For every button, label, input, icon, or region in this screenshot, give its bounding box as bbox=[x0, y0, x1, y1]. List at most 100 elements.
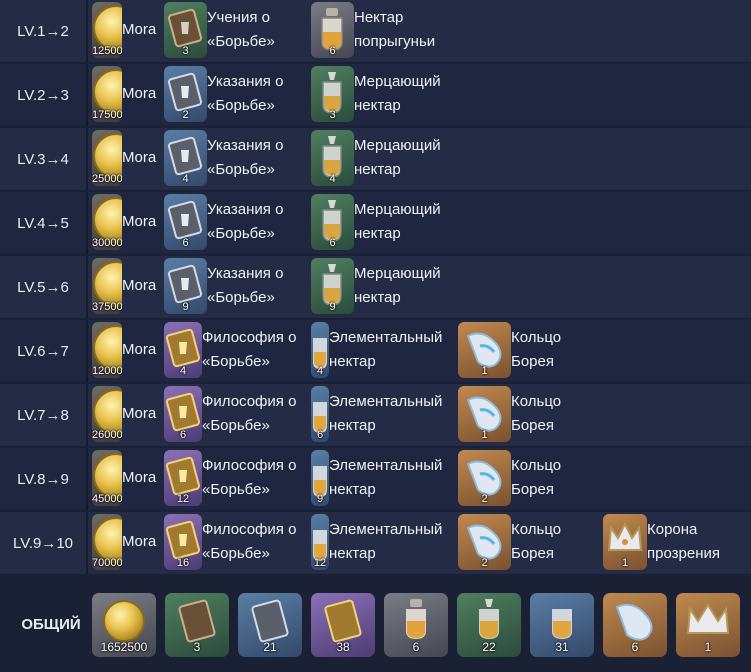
level-label: LV.1→2 bbox=[0, 0, 88, 62]
crown-of-insight-icon: 1 bbox=[603, 514, 647, 570]
mora-label: Mora bbox=[122, 21, 157, 38]
level-label: LV.3→4 bbox=[0, 128, 88, 190]
mora-coin-icon: 12500 bbox=[92, 2, 122, 58]
level-row: LV.5→6 37500 Mora 9 Указания о«Борьбе» bbox=[0, 256, 751, 318]
mora-coin-icon: 260000 bbox=[92, 386, 122, 442]
book-item[interactable]: 2 Указания о «Борьбе» bbox=[164, 66, 283, 124]
book-philosophy-icon: 12 bbox=[164, 450, 202, 506]
nectar-name: Мерцающий нектар bbox=[354, 265, 441, 306]
book-name: Учения о «Борьбе» bbox=[207, 9, 275, 50]
energy-nectar-icon: 9 bbox=[311, 450, 329, 506]
mora-item[interactable]: 260000 Mora bbox=[92, 386, 156, 444]
nectar-name: Мерцающий нектар bbox=[354, 137, 441, 178]
boss-name: Кольцо Борея bbox=[511, 457, 562, 498]
total-whopperflower-nectar-icon[interactable]: 6 bbox=[384, 593, 448, 657]
book-name: Указания о «Борьбе» bbox=[207, 73, 284, 114]
total-label: ОБЩИЙ bbox=[21, 616, 81, 633]
mora-coin-icon: 37500 bbox=[92, 258, 122, 314]
nectar-item[interactable]: 4 Элементальный нектар bbox=[311, 322, 442, 380]
total-guide-icon[interactable]: 21 bbox=[238, 593, 302, 657]
book-item[interactable]: 6 Указания о «Борьбе» bbox=[164, 194, 283, 252]
total-teachings-icon[interactable]: 3 bbox=[165, 593, 229, 657]
book-item[interactable]: 12 Философия о «Борьбе» bbox=[164, 450, 296, 508]
total-philosophy-icon[interactable]: 38 bbox=[311, 593, 375, 657]
book-count: 9 bbox=[182, 301, 189, 313]
mora-item[interactable]: 17500 Mora bbox=[92, 66, 156, 124]
mora-count: 17500 bbox=[92, 109, 122, 121]
total-energy-nectar-icon[interactable]: 31 bbox=[530, 593, 594, 657]
book-philosophy-icon: 16 bbox=[164, 514, 202, 570]
level-label: LV.7→8 bbox=[0, 384, 88, 446]
total-crown-of-insight-icon[interactable]: 1 bbox=[676, 593, 740, 657]
boss-item[interactable]: 1 Кольцо Борея bbox=[458, 386, 561, 444]
book-count: 4 bbox=[179, 365, 187, 377]
nectar-item[interactable]: 3 Мерцающий нектар bbox=[311, 66, 441, 124]
level-label: LV.6→7 bbox=[0, 320, 88, 382]
level-row: LV.4→5 30000 Mora 6 Указания о«Борьбе» bbox=[0, 192, 751, 254]
whopperflower-nectar-icon: 6 bbox=[311, 2, 354, 58]
mora-coin-icon: 700000 bbox=[92, 514, 122, 570]
mora-count: 30000 bbox=[92, 237, 122, 249]
nectar-count: 6 bbox=[329, 45, 336, 57]
nectar-item[interactable]: 6 Нектар попрыгуньи bbox=[311, 2, 435, 60]
mora-item[interactable]: 450000 Mora bbox=[92, 450, 156, 508]
mora-count: 12500 bbox=[92, 45, 122, 57]
book-item[interactable]: 9 Указания о «Борьбе» bbox=[164, 258, 283, 316]
mora-coin-icon: 450000 bbox=[92, 450, 122, 506]
book-name: Философия о «Борьбе» bbox=[202, 329, 297, 370]
level-row: LV.2→3 17500 Mora 2 Указания о«Борьбе» bbox=[0, 64, 751, 126]
boss-count: 2 bbox=[481, 493, 488, 505]
shimmering-nectar-icon: 6 bbox=[311, 194, 354, 250]
nectar-count: 4 bbox=[316, 365, 324, 377]
boss-item[interactable]: 2 Кольцо Борея bbox=[458, 450, 561, 508]
book-count: 4 bbox=[182, 173, 189, 185]
nectar-item[interactable]: 4 Мерцающий нектар bbox=[311, 130, 441, 188]
boss-count: 2 bbox=[481, 557, 488, 569]
mora-item[interactable]: 25000 Mora bbox=[92, 130, 156, 188]
nectar-name: Нектар попрыгуньи bbox=[354, 9, 436, 50]
level-row: LV.6→7 120000 Mora 4 Философия о«Борьбе» bbox=[0, 320, 751, 382]
boss-name: Кольцо Борея bbox=[511, 329, 562, 370]
boss-item[interactable]: 1 Кольцо Борея bbox=[458, 322, 561, 380]
book-philosophy-icon: 6 bbox=[164, 386, 202, 442]
nectar-name: Элементальный нектар bbox=[329, 521, 443, 562]
total-philosophy-count: 38 bbox=[336, 640, 350, 654]
nectar-count: 9 bbox=[329, 301, 336, 313]
nectar-item[interactable]: 9 Мерцающий нектар bbox=[311, 258, 441, 316]
boss-name: Кольцо Борея bbox=[511, 393, 562, 434]
book-name: Указания о «Борьбе» bbox=[207, 201, 284, 242]
book-item[interactable]: 16 Философия о «Борьбе» bbox=[164, 514, 296, 572]
nectar-name: Мерцающий нектар bbox=[354, 201, 441, 242]
book-item[interactable]: 4 Указания о «Борьбе» bbox=[164, 130, 283, 188]
mora-item[interactable]: 37500 Mora bbox=[92, 258, 156, 316]
book-item[interactable]: 4 Философия о «Борьбе» bbox=[164, 322, 296, 380]
level-row: LV.3→4 25000 Mora 4 Указания о«Борьбе» bbox=[0, 128, 751, 190]
level-label: LV.2→3 bbox=[0, 64, 88, 126]
nectar-item[interactable]: 6 Элементальный нектар bbox=[311, 386, 442, 444]
book-item[interactable]: 3 Учения о «Борьбе» bbox=[164, 2, 275, 60]
shimmering-nectar-icon: 3 bbox=[311, 66, 354, 122]
book-teachings-icon: 3 bbox=[164, 2, 207, 58]
mora-label: Mora bbox=[122, 149, 157, 166]
nectar-item[interactable]: 12 Элементальный нектар bbox=[311, 514, 442, 572]
level-label: LV.4→5 bbox=[0, 192, 88, 254]
total-teachings-count: 3 bbox=[193, 640, 201, 654]
mora-item[interactable]: 12500 Mora bbox=[92, 2, 156, 60]
nectar-item[interactable]: 6 Мерцающий нектар bbox=[311, 194, 441, 252]
nectar-count: 4 bbox=[329, 173, 336, 185]
mora-item[interactable]: 30000 Mora bbox=[92, 194, 156, 252]
total-ring-of-boreas-icon[interactable]: 6 bbox=[603, 593, 667, 657]
total-mora-icon[interactable]: 1652500 bbox=[92, 593, 156, 657]
mora-item[interactable]: 120000 Mora bbox=[92, 322, 156, 380]
book-guide-icon: 2 bbox=[164, 66, 207, 122]
mora-coin-icon: 25000 bbox=[92, 130, 122, 186]
boss-name: Кольцо Борея bbox=[511, 521, 562, 562]
book-count: 16 bbox=[176, 557, 190, 569]
boss-item[interactable]: 2 Кольцо Борея bbox=[458, 514, 561, 572]
book-item[interactable]: 6 Философия о «Борьбе» bbox=[164, 386, 296, 444]
total-shimmering-nectar-icon[interactable]: 22 bbox=[457, 593, 521, 657]
book-count: 12 bbox=[176, 493, 190, 505]
crown-item[interactable]: 1 Корона прозрения bbox=[603, 514, 720, 572]
nectar-item[interactable]: 9 Элементальный нектар bbox=[311, 450, 442, 508]
mora-item[interactable]: 700000 Mora bbox=[92, 514, 156, 572]
